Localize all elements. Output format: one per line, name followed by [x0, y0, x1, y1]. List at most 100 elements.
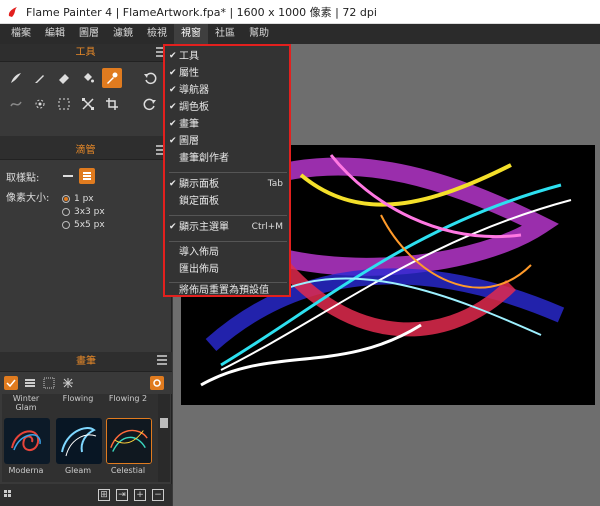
menu-item-label: 導入佈局 — [179, 247, 219, 258]
brushes-panel-title: 畫筆 — [76, 356, 96, 367]
menu-separator — [169, 241, 287, 242]
menu-item-properties[interactable]: ✔ 屬性 — [165, 65, 289, 82]
sample-area-option[interactable] — [79, 168, 96, 184]
menu-item-reset-layout[interactable]: 將佈局重置為預設值 — [165, 282, 289, 299]
menu-item-label: 工具 — [179, 51, 199, 62]
preset-gleam-thumb[interactable] — [56, 418, 102, 464]
radio-3x3px-indicator[interactable] — [62, 207, 70, 216]
radio-1px-indicator[interactable] — [62, 194, 70, 203]
window-title: Flame Painter 4 | FlameArtwork.fpa* | 16… — [26, 5, 377, 19]
selection-tool-icon[interactable] — [54, 94, 74, 114]
brush-remove-icon[interactable]: − — [152, 489, 164, 501]
brushes-panel-header: 畫筆 — [0, 352, 172, 372]
preset-label-celestial: Celestial — [110, 466, 146, 475]
menu-item-label: 圖層 — [179, 136, 199, 147]
radio-3x3px[interactable]: 3x3 px — [62, 205, 171, 218]
flame-brush-tool-icon[interactable] — [6, 68, 26, 88]
app-logo-icon — [8, 6, 17, 17]
brush-import-icon[interactable]: ⊞ — [98, 489, 110, 501]
pen-tool-icon[interactable] — [30, 68, 50, 88]
radio-3x3px-label: 3x3 px — [74, 206, 105, 217]
preset-label-winter-glam: Winter Glam — [12, 394, 40, 412]
menu-item-brushes[interactable]: ✔ 畫筆 — [165, 116, 289, 133]
menu-item-label: 畫筆創作者 — [179, 153, 229, 164]
crop-tool-icon[interactable] — [102, 94, 122, 114]
menu-item-palette[interactable]: ✔ 調色板 — [165, 99, 289, 116]
undo-icon[interactable] — [140, 68, 160, 88]
eyedropper-panel-header: 滴管 — [0, 142, 171, 160]
brushes-panel-header-wrap: 畫筆 — [0, 352, 172, 372]
menu-item-label: 匯出佈局 — [179, 264, 219, 275]
check-icon: ✔ — [169, 68, 177, 78]
menu-item-layers[interactable]: ✔ 圖層 — [165, 133, 289, 150]
radio-5x5px-label: 5x5 px — [74, 219, 105, 230]
flame-painter-app: Flame Painter 4 | FlameArtwork.fpa* | 16… — [0, 0, 600, 506]
radio-1px-label: 1 px — [74, 193, 94, 204]
radio-5x5px-indicator[interactable] — [62, 220, 70, 229]
menu-community[interactable]: 社區 — [208, 24, 242, 44]
sample-line-option[interactable] — [63, 175, 74, 177]
menu-item-shortcut: Tab — [267, 179, 283, 189]
sample-point-row: 取樣點: — [0, 166, 171, 186]
sample-point-label: 取樣點: — [6, 172, 40, 184]
particle-tool-icon[interactable] — [30, 94, 50, 114]
preset-label-flowing: Flowing — [62, 394, 94, 403]
menu-file[interactable]: 檔案 — [4, 24, 38, 44]
brushes-toolbar — [0, 372, 172, 394]
menu-item-shortcut: Ctrl+M — [251, 222, 283, 232]
menu-edit[interactable]: 編輯 — [38, 24, 72, 44]
check-icon: ✔ — [169, 85, 177, 95]
check-icon: ✔ — [169, 179, 177, 189]
menu-item-export-layout[interactable]: 匯出佈局 — [165, 261, 289, 278]
brush-grid-icon[interactable] — [42, 376, 56, 390]
menu-item-import-layout[interactable]: 導入佈局 — [165, 244, 289, 261]
radio-5x5px[interactable]: 5x5 px — [62, 218, 171, 231]
menu-item-navigator[interactable]: ✔ 導航器 — [165, 82, 289, 99]
pixel-size-label: 像素大小: — [6, 192, 50, 204]
redo-icon[interactable] — [140, 94, 160, 114]
scrollbar-thumb[interactable] — [160, 418, 168, 428]
check-icon: ✔ — [169, 119, 177, 129]
menu-item-label: 導航器 — [179, 85, 209, 96]
brush-random-icon[interactable] — [61, 376, 75, 390]
menu-item-show-panels[interactable]: ✔ 顯示面板 Tab — [165, 176, 289, 193]
brush-export-icon[interactable]: ⇥ — [116, 489, 128, 501]
eyedropper-tool-icon[interactable] — [102, 68, 122, 88]
menu-item-label: 顯示主選單 — [179, 222, 229, 233]
smudge-tool-icon[interactable] — [6, 94, 26, 114]
menu-item-tools[interactable]: ✔ 工具 — [165, 48, 289, 65]
menu-item-label: 顯示面板 — [179, 179, 219, 190]
brush-list-icon[interactable] — [23, 376, 37, 390]
presets-scrollbar[interactable] — [158, 394, 170, 482]
tool-grid — [0, 62, 171, 122]
menu-bar: 檔案 編輯 圖層 濾鏡 檢視 視窗 社區 幫助 — [0, 24, 600, 44]
menu-item-label: 調色板 — [179, 102, 209, 113]
grid-view-icon[interactable] — [4, 490, 14, 500]
menu-item-brush-creator[interactable]: 畫筆創作者 — [165, 150, 289, 167]
menu-item-label: 將佈局重置為預設值 — [179, 285, 269, 296]
menu-item-label: 屬性 — [179, 68, 199, 79]
tools-panel-title: 工具 — [75, 47, 96, 58]
menu-separator — [169, 215, 287, 216]
menu-help[interactable]: 幫助 — [242, 24, 276, 44]
brush-add-icon[interactable]: + — [134, 489, 146, 501]
radio-1px[interactable]: 1 px — [62, 192, 171, 205]
preset-moderna-thumb[interactable] — [4, 418, 50, 464]
menu-filters[interactable]: 濾鏡 — [106, 24, 140, 44]
menu-window[interactable]: 視窗 — [174, 24, 208, 44]
window-menu-dropdown: ✔ 工具 ✔ 屬性 ✔ 導航器 ✔ 調色板 ✔ 畫筆 ✔ 圖層 畫筆創作者 ✔ 顯示面板 Tab… — [163, 44, 291, 297]
transform-tool-icon[interactable] — [78, 94, 98, 114]
eyedropper-panel-title: 滴管 — [75, 145, 96, 156]
preset-label-moderna: Moderna — [8, 466, 44, 475]
brush-view-checked-icon[interactable] — [4, 376, 18, 390]
preset-celestial-thumb[interactable] — [106, 418, 152, 464]
check-icon: ✔ — [169, 222, 177, 232]
menu-item-lock-panels[interactable]: 鎖定面板 — [165, 193, 289, 210]
menu-item-show-main-menu[interactable]: ✔ 顯示主選單 Ctrl+M — [165, 219, 289, 236]
panel-menu-icon[interactable] — [157, 355, 167, 365]
brush-settings-icon[interactable] — [150, 376, 164, 390]
menu-view[interactable]: 檢視 — [140, 24, 174, 44]
menu-layers[interactable]: 圖層 — [72, 24, 106, 44]
fill-tool-icon[interactable] — [78, 68, 98, 88]
eraser-tool-icon[interactable] — [54, 68, 74, 88]
